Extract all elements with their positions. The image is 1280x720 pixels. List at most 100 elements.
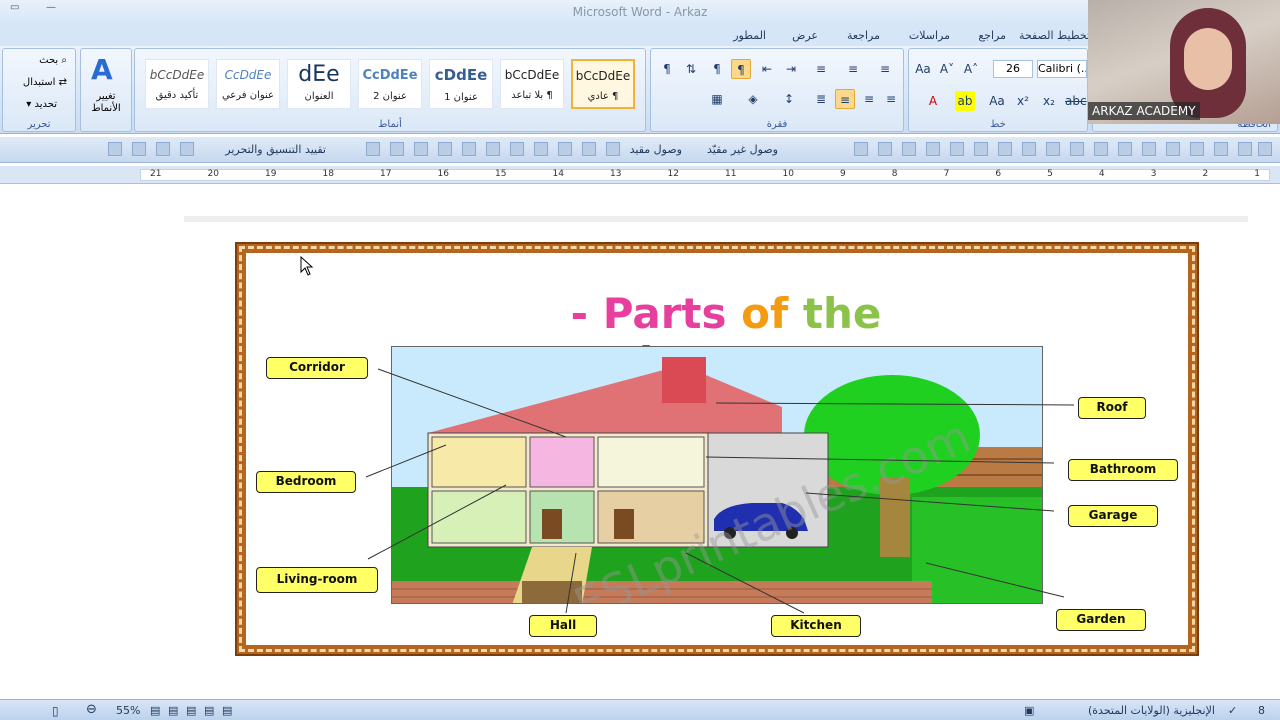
select-button[interactable]: تحديد ▾ [26,99,57,110]
justify-icon[interactable]: ≣ [811,89,831,109]
view-web-layout-icon[interactable]: ▤ [186,704,196,717]
toolbar-icon[interactable] [108,142,122,156]
font-group-label: خط [990,119,1006,130]
toolbar-icon[interactable] [462,142,476,156]
style-heading-2[interactable]: CcDdEe عنوان 2 [358,59,422,109]
toolbar-icon[interactable] [1022,142,1036,156]
toolbar-icon[interactable] [390,142,404,156]
replace-button[interactable]: ⇄ استبدال [23,77,67,88]
macro-icon[interactable]: ▣ [1024,704,1034,717]
tab-references[interactable]: مراجع [978,29,1006,42]
change-styles-label: تغيير الأنماط [91,91,121,114]
toolbar-icon[interactable] [582,142,596,156]
find-button[interactable]: ⌕ بحث [39,55,67,66]
strikethrough-icon[interactable]: abc [1065,91,1087,111]
highlight-icon[interactable]: ab [955,91,975,111]
toolbar-icon[interactable] [1166,142,1180,156]
increase-indent-icon[interactable]: ⇥ [781,59,801,79]
toolbar-icon[interactable] [1238,142,1252,156]
ltr-icon[interactable]: ¶ [707,59,727,79]
style-subtle-emphasis[interactable]: bCcDdEe تأكيد دقيق [145,59,209,109]
change-styles-icon: A [91,53,113,86]
toolbar-icon[interactable] [1214,142,1228,156]
unrestricted-access-button[interactable]: وصول غير مقيّد [707,143,778,156]
font-color-icon[interactable]: A [923,91,943,111]
grow-font-icon[interactable]: A˄ [961,59,981,79]
borders-icon[interactable]: ▦ [707,89,727,109]
toolbar-icon[interactable] [558,142,572,156]
toolbar-icon[interactable] [878,142,892,156]
font-size-select[interactable]: 26 [993,60,1033,78]
toolbar-icon[interactable] [926,142,940,156]
view-outline-icon[interactable]: ▤ [204,704,214,717]
toolbar-icon[interactable] [1046,142,1060,156]
toolbar-icon[interactable] [974,142,988,156]
clear-format-icon[interactable]: Aa [987,91,1007,111]
style-title[interactable]: dΕe العنوان [287,59,351,109]
decrease-indent-icon[interactable]: ⇤ [757,59,777,79]
slider-thumb-icon[interactable]: ▯ [52,704,59,718]
zoom-out-icon[interactable]: ⊖ [86,702,97,717]
toolbar-icon[interactable] [902,142,916,156]
toolbar-icon[interactable] [606,142,620,156]
language-indicator[interactable]: الإنجليزية (الولايات المتحدة) [1088,704,1215,717]
toolbar-icon[interactable] [534,142,548,156]
style-no-spacing[interactable]: bCcDdEe ¶ بلا تباعد [500,59,564,109]
font-family-select[interactable]: Calibri (... [1037,60,1087,78]
toolbar-icon[interactable] [1258,142,1272,156]
numbered-list-icon[interactable]: ≡ [843,59,863,79]
rtl-icon[interactable]: ¶ [731,59,751,79]
toolbar-icon[interactable] [180,142,194,156]
line-spacing-icon[interactable]: ↕ [779,89,799,109]
zoom-level[interactable]: 55% [116,704,140,717]
change-styles-group[interactable]: A تغيير الأنماط [80,48,132,132]
tab-review[interactable]: مراجعة [847,29,880,42]
horizontal-ruler[interactable]: 21 20 19 18 17 16 15 14 13 12 11 10 9 8 7 6 5 4 3 2 1 [0,166,1280,184]
change-case-icon[interactable]: Aa [913,59,933,79]
toolbar-icon[interactable] [1118,142,1132,156]
toolbar-icon[interactable] [510,142,524,156]
align-right-icon[interactable]: ≡ [881,89,901,109]
worksheet-image[interactable]: - Parts of the house - [235,242,1199,656]
tab-developer[interactable]: المطور [733,29,766,42]
toolbar-icon[interactable] [438,142,452,156]
restricted-access-button[interactable]: وصول مقيد [630,143,682,156]
toolbar-icon[interactable] [156,142,170,156]
shading-icon[interactable]: ◈ [743,89,763,109]
tab-view[interactable]: عرض [792,29,818,42]
toolbar-icon[interactable] [366,142,380,156]
replace-icon: ⇄ [58,77,67,88]
align-left-icon[interactable]: ≡ [859,89,879,109]
pilcrow-icon[interactable]: ¶ [657,59,677,79]
toolbar-icon[interactable] [998,142,1012,156]
ruler-number: 20 [207,169,219,179]
view-draft-icon[interactable]: ▤ [222,704,232,717]
proofing-icon[interactable]: ✓ [1228,704,1237,717]
toolbar-icon[interactable] [854,142,868,156]
multilevel-list-icon[interactable]: ≡ [811,59,831,79]
superscript-icon[interactable]: x² [1013,91,1033,111]
toolbar-icon[interactable] [1094,142,1108,156]
toolbar-icon[interactable] [132,142,146,156]
toolbar-icon[interactable] [486,142,500,156]
style-subtitle[interactable]: CcDdEe عنوان فرعي [216,59,280,109]
restrict-formatting-button[interactable]: تقييد التنسيق والتحرير [225,143,326,156]
tab-page-layout[interactable]: تخطيط الصفحة [1019,29,1090,42]
style-normal[interactable]: bCcDdEe ¶ عادي [571,59,635,109]
toolbar-icon[interactable] [1070,142,1084,156]
view-full-screen-icon[interactable]: ▤ [168,704,178,717]
align-center-icon[interactable]: ≡ [835,89,855,109]
view-print-layout-icon[interactable]: ▤ [150,704,160,717]
toolbar-icon[interactable] [1190,142,1204,156]
toolbar-icon[interactable] [414,142,428,156]
document-area[interactable]: - Parts of the house - [0,186,1280,699]
tab-mailings[interactable]: مراسلات [909,29,950,42]
style-heading-1[interactable]: cDdEe عنوان 1 [429,59,493,109]
subscript-icon[interactable]: x₂ [1039,91,1059,111]
sort-icon[interactable]: ⇅ [681,59,701,79]
toolbar-icon[interactable] [950,142,964,156]
ruler-number: 13 [610,169,622,179]
shrink-font-icon[interactable]: A˅ [937,59,957,79]
bullet-list-icon[interactable]: ≡ [875,59,895,79]
toolbar-icon[interactable] [1142,142,1156,156]
